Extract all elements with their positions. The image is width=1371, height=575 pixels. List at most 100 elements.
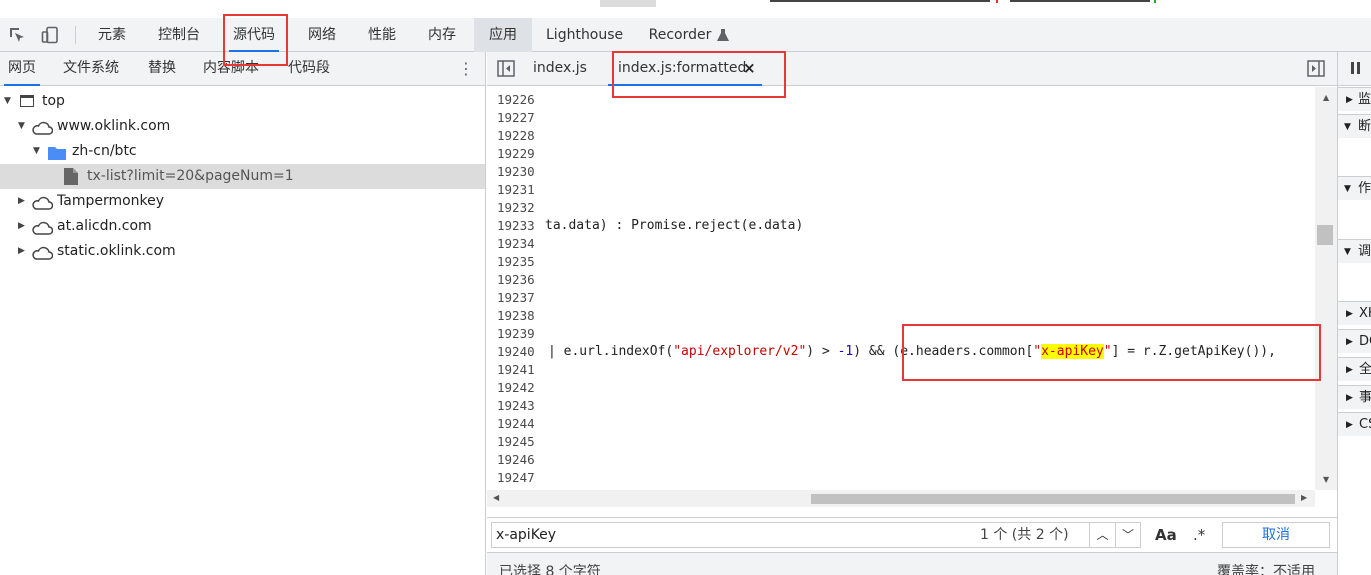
debugger-section-global[interactable]: ▶ 全 bbox=[1338, 357, 1371, 381]
code-editor-panel: index.js index.js:formatted × 19226 1922… bbox=[487, 52, 1337, 575]
editor-tabs: index.js index.js:formatted × bbox=[487, 52, 1337, 86]
section-label: 断 bbox=[1358, 119, 1371, 134]
cancel-search-button[interactable]: 取消 bbox=[1222, 522, 1330, 548]
section-label: 调 bbox=[1358, 244, 1371, 259]
scroll-left-icon[interactable]: ◀ bbox=[493, 493, 499, 502]
tab-elements[interactable]: 元素 bbox=[96, 18, 128, 52]
horizontal-scrollbar[interactable]: ◀ ▶ bbox=[487, 490, 1315, 507]
tree-item-domain[interactable]: ▶ static.oklink.com bbox=[0, 239, 485, 264]
regex-button[interactable]: .* bbox=[1193, 522, 1205, 548]
debugger-section-dom[interactable]: ▶ DC bbox=[1338, 329, 1371, 353]
line-number: 19244 bbox=[497, 416, 535, 431]
collapse-triangle-icon: ▶ bbox=[1346, 365, 1353, 375]
scroll-down-icon[interactable]: ▼ bbox=[1323, 475, 1329, 484]
debugger-section-watch[interactable]: ▶ 监 bbox=[1338, 87, 1371, 111]
page-element bbox=[996, 0, 998, 3]
section-label: 事 bbox=[1359, 390, 1371, 405]
debugger-section-csp[interactable]: ▶ CS bbox=[1338, 412, 1371, 436]
line-number-gutter: 19226 19227 19228 19229 19230 19231 1923… bbox=[487, 87, 545, 507]
debugger-section-callstack[interactable]: ▼ 调 bbox=[1338, 239, 1371, 263]
search-highlight: x-apiKey bbox=[1041, 344, 1104, 359]
more-options-icon[interactable]: ⋮ bbox=[458, 59, 474, 79]
line-number: 19239 bbox=[497, 326, 535, 341]
previous-match-button[interactable]: ︿ bbox=[1089, 522, 1115, 548]
toolbar-divider bbox=[75, 26, 76, 44]
collapse-triangle-icon: ▶ bbox=[1346, 420, 1353, 430]
line-number: 19233 bbox=[497, 218, 535, 233]
device-toolbar-icon[interactable] bbox=[39, 24, 61, 46]
scroll-right-icon[interactable]: ▶ bbox=[1301, 493, 1307, 502]
status-bar: 已选择 8 个字符 覆盖率：不适用 bbox=[487, 552, 1337, 575]
sources-navigator: 网页 文件系统 替换 内容脚本 代码段 ⋮ ▼ top ▼ www.oklink… bbox=[0, 52, 486, 575]
debugger-section-xhr[interactable]: ▶ XH bbox=[1338, 301, 1371, 325]
tree-item-file[interactable]: tx-list?limit=20&pageNum=1 bbox=[0, 164, 485, 189]
scroll-thumb[interactable] bbox=[811, 494, 1295, 504]
tree-item-label: at.alicdn.com bbox=[57, 218, 152, 234]
close-tab-icon[interactable]: × bbox=[743, 52, 756, 86]
flask-icon bbox=[712, 24, 734, 46]
tab-console[interactable]: 控制台 bbox=[156, 18, 202, 52]
tab-application[interactable]: 应用 bbox=[474, 18, 532, 52]
nav-tab-overrides[interactable]: 替换 bbox=[148, 52, 176, 86]
debugger-section-events[interactable]: ▶ 事 bbox=[1338, 385, 1371, 409]
page-element bbox=[770, 0, 990, 2]
selection-status: 已选择 8 个字符 bbox=[499, 564, 601, 575]
section-label: CS bbox=[1359, 417, 1371, 432]
code-string: " bbox=[1103, 344, 1112, 359]
line-number: 19231 bbox=[497, 182, 535, 197]
tree-item-label: static.oklink.com bbox=[57, 243, 176, 259]
editor-tab-index-js[interactable]: index.js bbox=[533, 52, 587, 86]
next-match-button[interactable]: ﹀ bbox=[1115, 522, 1141, 548]
tree-item-top[interactable]: ▼ top bbox=[0, 89, 485, 114]
code-area[interactable]: ta.data) : Promise.reject(e.data) | e.ur… bbox=[545, 87, 1315, 507]
cloud-icon bbox=[31, 244, 54, 269]
tree-item-domain[interactable]: ▶ Tampermonkey bbox=[0, 189, 485, 214]
line-number: 19230 bbox=[497, 164, 535, 179]
nav-tab-snippets[interactable]: 代码段 bbox=[288, 52, 330, 86]
page-element bbox=[1154, 0, 1156, 3]
match-case-button[interactable]: Aa bbox=[1155, 522, 1177, 548]
line-number: 19237 bbox=[497, 290, 535, 305]
code-string: " bbox=[1033, 344, 1042, 359]
coverage-status: 覆盖率：不适用 bbox=[1217, 564, 1315, 575]
line-number: 19228 bbox=[497, 128, 535, 143]
search-input[interactable]: x-apiKey 1 个 (共 2 个) bbox=[491, 522, 1141, 548]
line-number: 19229 bbox=[497, 146, 535, 161]
pause-icon[interactable] bbox=[1351, 61, 1361, 79]
editor-tab-index-js-formatted[interactable]: index.js:formatted bbox=[607, 52, 763, 86]
tab-memory[interactable]: 内存 bbox=[426, 18, 458, 52]
collapse-triangle-icon: ▶ bbox=[1346, 393, 1353, 403]
devtools-main-toolbar: 元素 控制台 源代码 网络 性能 内存 应用 Lighthouse Record… bbox=[0, 18, 1371, 52]
tab-recorder[interactable]: Recorder bbox=[648, 18, 712, 52]
chevron-up-icon: ︿ bbox=[1096, 528, 1109, 542]
tree-item-folder[interactable]: ▼ zh-cn/btc bbox=[0, 139, 485, 164]
tab-lighthouse[interactable]: Lighthouse bbox=[546, 18, 623, 52]
code-number: -1 bbox=[837, 344, 854, 359]
nav-tab-filesystem[interactable]: 文件系统 bbox=[63, 52, 119, 86]
tab-network[interactable]: 网络 bbox=[306, 18, 338, 52]
nav-tab-page[interactable]: 网页 bbox=[4, 52, 40, 86]
tree-item-domain[interactable]: ▶ at.alicdn.com bbox=[0, 214, 485, 239]
debugger-section-breakpoints[interactable]: ▼ 断 bbox=[1338, 114, 1371, 138]
vertical-scrollbar[interactable]: ▲ ▼ bbox=[1315, 87, 1337, 490]
tab-sources[interactable]: 源代码 bbox=[229, 18, 279, 52]
page-element bbox=[600, 0, 656, 7]
line-number: 19246 bbox=[497, 452, 535, 467]
tree-item-domain[interactable]: ▼ www.oklink.com bbox=[0, 114, 485, 139]
section-label: XH bbox=[1359, 306, 1371, 321]
scroll-thumb[interactable] bbox=[1317, 225, 1333, 245]
debugger-section-scope[interactable]: ▼ 作 bbox=[1338, 176, 1371, 200]
match-count: 1 个 (共 2 个) bbox=[980, 527, 1069, 543]
nav-tab-content-scripts[interactable]: 内容脚本 bbox=[203, 52, 259, 86]
line-number: 19243 bbox=[497, 398, 535, 413]
code-line: ta.data) : Promise.reject(e.data) bbox=[545, 218, 804, 233]
scroll-up-icon[interactable]: ▲ bbox=[1323, 93, 1329, 102]
line-number: 19245 bbox=[497, 434, 535, 449]
inspect-element-icon[interactable] bbox=[6, 24, 28, 46]
collapse-triangle-icon: ▶ bbox=[1346, 337, 1353, 347]
toggle-navigator-icon[interactable] bbox=[497, 60, 515, 81]
toggle-debugger-icon[interactable] bbox=[1307, 60, 1325, 81]
debugger-toolbar bbox=[1338, 52, 1371, 86]
line-number: 19240 bbox=[497, 344, 535, 359]
tab-performance[interactable]: 性能 bbox=[366, 18, 398, 52]
